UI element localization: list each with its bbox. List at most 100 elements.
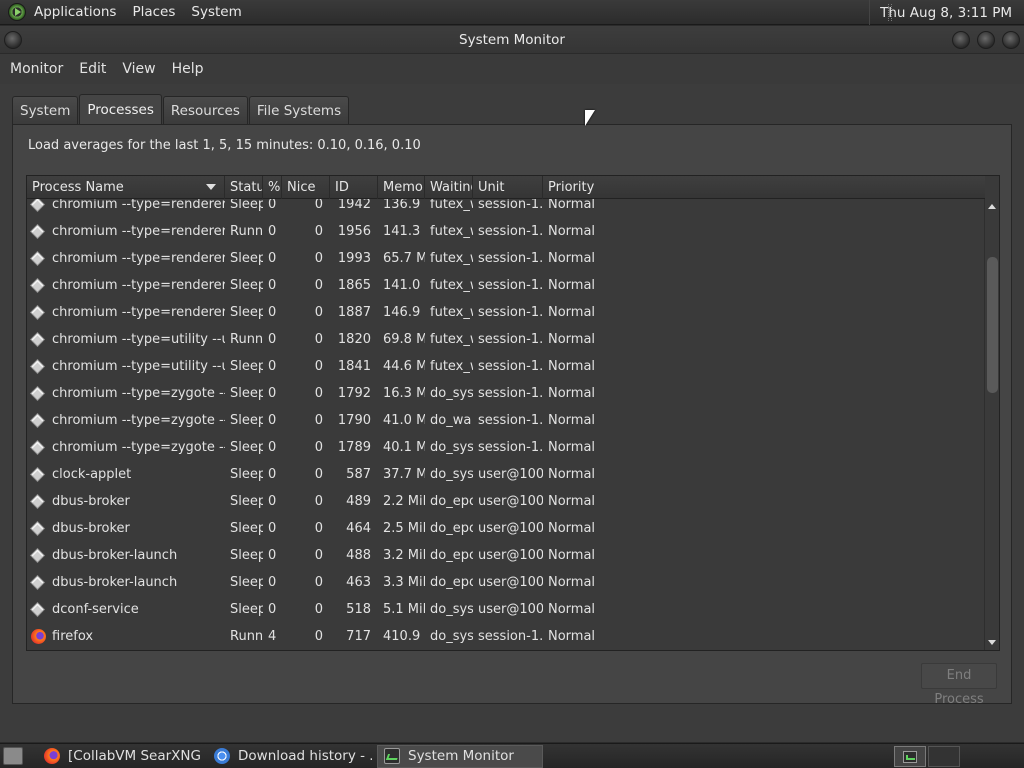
unit-cell: user@100	[478, 575, 543, 590]
firefox-icon	[44, 748, 60, 764]
process-name-label: chromium --type=renderer -	[52, 305, 225, 320]
table-row[interactable]: chromium --type=utility --ut Sleep 0 0 1841 4…	[27, 353, 985, 380]
applications-menu[interactable]: Applications	[26, 0, 124, 24]
menu-monitor[interactable]: Monitor	[2, 61, 71, 77]
table-row[interactable]: chromium --type=renderer - Sleep 0 0 1887 146…	[27, 299, 985, 326]
notebook: System Processes Resources File Systems …	[12, 94, 1012, 707]
window-titlebar[interactable]: System Monitor	[0, 26, 1024, 54]
column-nice[interactable]: Nice	[282, 176, 330, 199]
table-header: Process Name Statu % Nice ID Memor Waiti…	[27, 176, 985, 199]
waiting-cell: futex_w	[430, 251, 473, 266]
status-cell: Sleep	[230, 386, 263, 401]
column-status[interactable]: Statu	[225, 176, 263, 199]
table-row[interactable]: clock-applet Sleep 0 0 587 37.7 M do_sys user@1…	[27, 461, 985, 488]
status-cell: Sleep	[230, 359, 263, 374]
nice-cell: 0	[314, 629, 323, 644]
tab-resources[interactable]: Resources	[162, 96, 248, 124]
process-icon	[30, 494, 45, 509]
end-process-button[interactable]: End Process	[921, 663, 997, 707]
window-menu-icon[interactable]	[4, 31, 22, 49]
vertical-scrollbar[interactable]	[984, 199, 999, 650]
memory-cell: 141.0 M	[383, 278, 425, 293]
unit-cell: session-1.s	[478, 386, 543, 401]
status-cell: Runn	[230, 224, 263, 239]
nice-cell: 0	[314, 305, 323, 320]
table-row[interactable]: dbus-broker-launch Sleep 0 0 463 3.3 MiB do_ep…	[27, 569, 985, 596]
waiting-cell: do_sys	[430, 467, 473, 482]
menu-help[interactable]: Help	[164, 61, 212, 77]
tab-system[interactable]: System	[12, 96, 79, 124]
id-cell: 1792	[337, 386, 371, 401]
process-name-cell: clock-applet	[27, 461, 225, 488]
tab-file-systems[interactable]: File Systems	[248, 96, 350, 124]
waiting-cell: futex_w	[430, 199, 473, 212]
process-table[interactable]: Process Name Statu % Nice ID Memor Waiti…	[26, 175, 1000, 651]
table-row[interactable]: chromium --type=renderer - Sleep 0 0 1993 65.…	[27, 245, 985, 272]
table-row[interactable]: chromium --type=renderer - Sleep 0 0 1942 136…	[27, 199, 985, 218]
clock[interactable]: Thu Aug 8, 3:11 PM	[869, 0, 1024, 25]
column-waiting-channel[interactable]: Waiting	[425, 176, 473, 199]
table-row[interactable]: chromium --type=zygote --c Sleep 0 0 1792 16.…	[27, 380, 985, 407]
memory-cell: 16.3 M	[383, 386, 425, 401]
scrollbar-thumb[interactable]	[987, 257, 998, 393]
menu-view[interactable]: View	[114, 61, 163, 77]
waiting-cell: do_epo	[430, 548, 473, 563]
system-menu[interactable]: System	[183, 0, 249, 24]
minimize-button[interactable]	[952, 31, 970, 49]
table-row[interactable]: chromium --type=zygote --r Sleep 0 0 1789 40.…	[27, 434, 985, 461]
table-row[interactable]: chromium --type=renderer - Sleep 0 0 1865 141…	[27, 272, 985, 299]
process-name-cell: chromium --type=renderer -	[27, 299, 225, 326]
column-id[interactable]: ID	[330, 176, 378, 199]
taskbar-item-chromium[interactable]: Download history - ...	[207, 745, 373, 768]
distro-logo-icon[interactable]	[8, 3, 26, 21]
nice-cell: 0	[314, 467, 323, 482]
taskbar-item-system-monitor[interactable]: System Monitor	[377, 744, 543, 768]
status-cell: Sleep	[230, 602, 263, 617]
priority-cell: Normal	[548, 467, 596, 482]
waiting-cell: futex_w	[430, 332, 473, 347]
process-name-cell: dbus-broker	[27, 488, 225, 515]
process-name-label: chromium --type=utility --ut	[52, 332, 225, 347]
places-menu[interactable]: Places	[124, 0, 183, 24]
table-row[interactable]: dbus-broker Sleep 0 0 489 2.2 MiB do_epo user@1…	[27, 488, 985, 515]
nice-cell: 0	[314, 251, 323, 266]
priority-cell: Normal	[548, 548, 596, 563]
menubar: Monitor Edit View Help	[0, 54, 1024, 84]
id-cell: 1790	[337, 413, 371, 428]
column-priority[interactable]: Priority	[543, 176, 985, 199]
menu-edit[interactable]: Edit	[71, 61, 114, 77]
scroll-down-arrow-icon[interactable]	[988, 640, 996, 645]
memory-cell: 44.6 M	[383, 359, 425, 374]
table-row[interactable]: firefox Runn 4 0 717 410.9 M do_sys session-1.s…	[27, 623, 985, 650]
table-row[interactable]: dconf-service Sleep 0 0 518 5.1 MiB do_sys user…	[27, 596, 985, 623]
table-row[interactable]: chromium --type=utility --ut Runn 0 0 1820 69…	[27, 326, 985, 353]
scroll-up-arrow-icon[interactable]	[988, 204, 996, 209]
column-unit[interactable]: Unit	[473, 176, 543, 199]
table-row[interactable]: dbus-broker-launch Sleep 0 0 488 3.2 MiB do_ep…	[27, 542, 985, 569]
close-button[interactable]	[1002, 31, 1020, 49]
nice-cell: 0	[314, 278, 323, 293]
cpu-cell: 0	[268, 278, 277, 293]
status-cell: Sleep	[230, 413, 263, 428]
workspace-2[interactable]	[928, 746, 960, 767]
table-row[interactable]: chromium --type=renderer - Runn 0 0 1956 141.…	[27, 218, 985, 245]
memory-cell: 3.2 MiB	[383, 548, 425, 563]
column-memory[interactable]: Memor	[378, 176, 425, 199]
process-name-cell: chromium --type=renderer -	[27, 272, 225, 299]
process-name-cell: chromium --type=renderer -	[27, 218, 225, 245]
unit-cell: session-1.s	[478, 440, 543, 455]
column-process-name[interactable]: Process Name	[27, 176, 225, 199]
process-icon	[30, 251, 45, 266]
show-desktop-icon[interactable]	[3, 747, 23, 765]
status-cell: Sleep	[230, 440, 263, 455]
workspace-1[interactable]	[894, 746, 926, 767]
process-icon	[30, 359, 45, 374]
column-cpu[interactable]: %	[263, 176, 282, 199]
table-row[interactable]: chromium --type=zygote --c Sleep 0 0 1790 41.…	[27, 407, 985, 434]
cpu-cell: 0	[268, 332, 277, 347]
taskbar-item-firefox[interactable]: [CollabVM SearXNG...	[37, 745, 203, 768]
tab-processes[interactable]: Processes	[79, 94, 162, 124]
maximize-button[interactable]	[977, 31, 995, 49]
table-row[interactable]: dbus-broker Sleep 0 0 464 2.5 MiB do_epo user@1…	[27, 515, 985, 542]
top-panel: Applications Places System Thu Aug 8, 3:…	[0, 0, 1024, 25]
